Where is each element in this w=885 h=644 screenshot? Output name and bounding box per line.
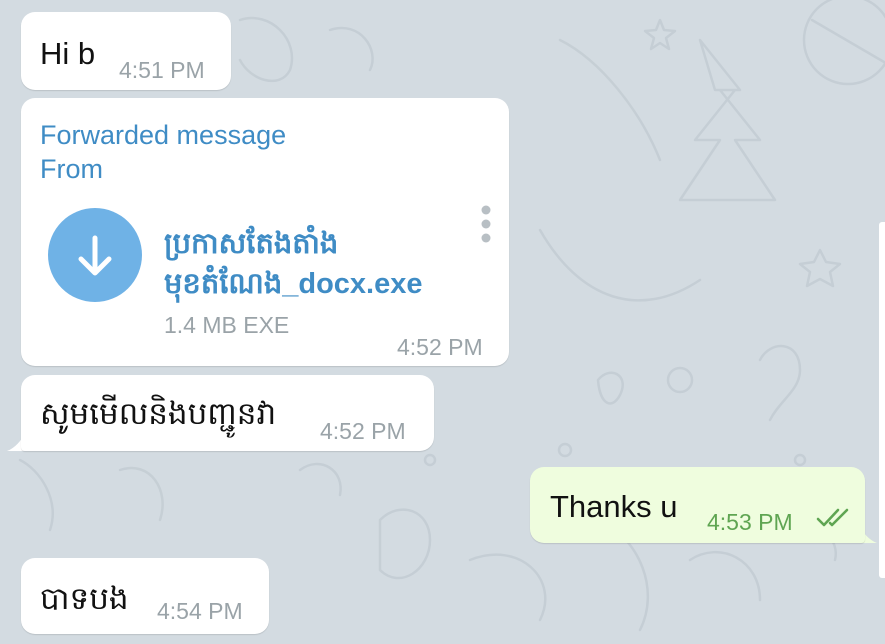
forwarded-message-label: Forwarded message bbox=[40, 120, 287, 150]
message-time: 4:53 PM bbox=[707, 509, 793, 535]
message-bubble-outgoing[interactable]: Thanks u 4:53 PM bbox=[530, 467, 865, 543]
more-vertical-icon[interactable] bbox=[479, 204, 493, 244]
message-text: Thanks u bbox=[550, 489, 678, 524]
message-time: 4:51 PM bbox=[119, 57, 205, 83]
double-check-icon bbox=[816, 508, 849, 527]
download-arrow-icon bbox=[78, 235, 112, 276]
message-bubble-incoming[interactable]: សូមមើលនិងបញ្ជូនវា 4:52 PM bbox=[21, 375, 434, 451]
message-text: សូមមើលនិងបញ្ជូនវា bbox=[40, 396, 277, 431]
message-text: Hi b bbox=[40, 36, 96, 71]
file-size: 1.4 MB EXE bbox=[164, 312, 290, 338]
forwarded-file-message[interactable]: Forwarded message From ប្រកាសតែងតាំង មុខ… bbox=[21, 98, 509, 366]
message-text: បាទបង bbox=[40, 581, 129, 616]
message-bubble-incoming[interactable]: បាទបង 4:54 PM bbox=[21, 558, 269, 634]
message-time: 4:54 PM bbox=[157, 598, 243, 624]
forwarded-from-label: From bbox=[40, 154, 103, 184]
file-name-line-2: មុខតំណែង_docx.exe bbox=[164, 268, 423, 300]
file-name[interactable]: ប្រកាសតែងតាំង មុខតំណែង_docx.exe bbox=[164, 224, 423, 304]
side-panel-edge bbox=[879, 222, 885, 578]
file-name-line-1: ប្រកាសតែងតាំង bbox=[164, 228, 339, 260]
download-file-button[interactable] bbox=[48, 208, 142, 302]
message-time: 4:52 PM bbox=[397, 334, 483, 360]
message-bubble-incoming[interactable]: Hi b 4:51 PM bbox=[21, 12, 231, 90]
message-time: 4:52 PM bbox=[320, 418, 406, 444]
